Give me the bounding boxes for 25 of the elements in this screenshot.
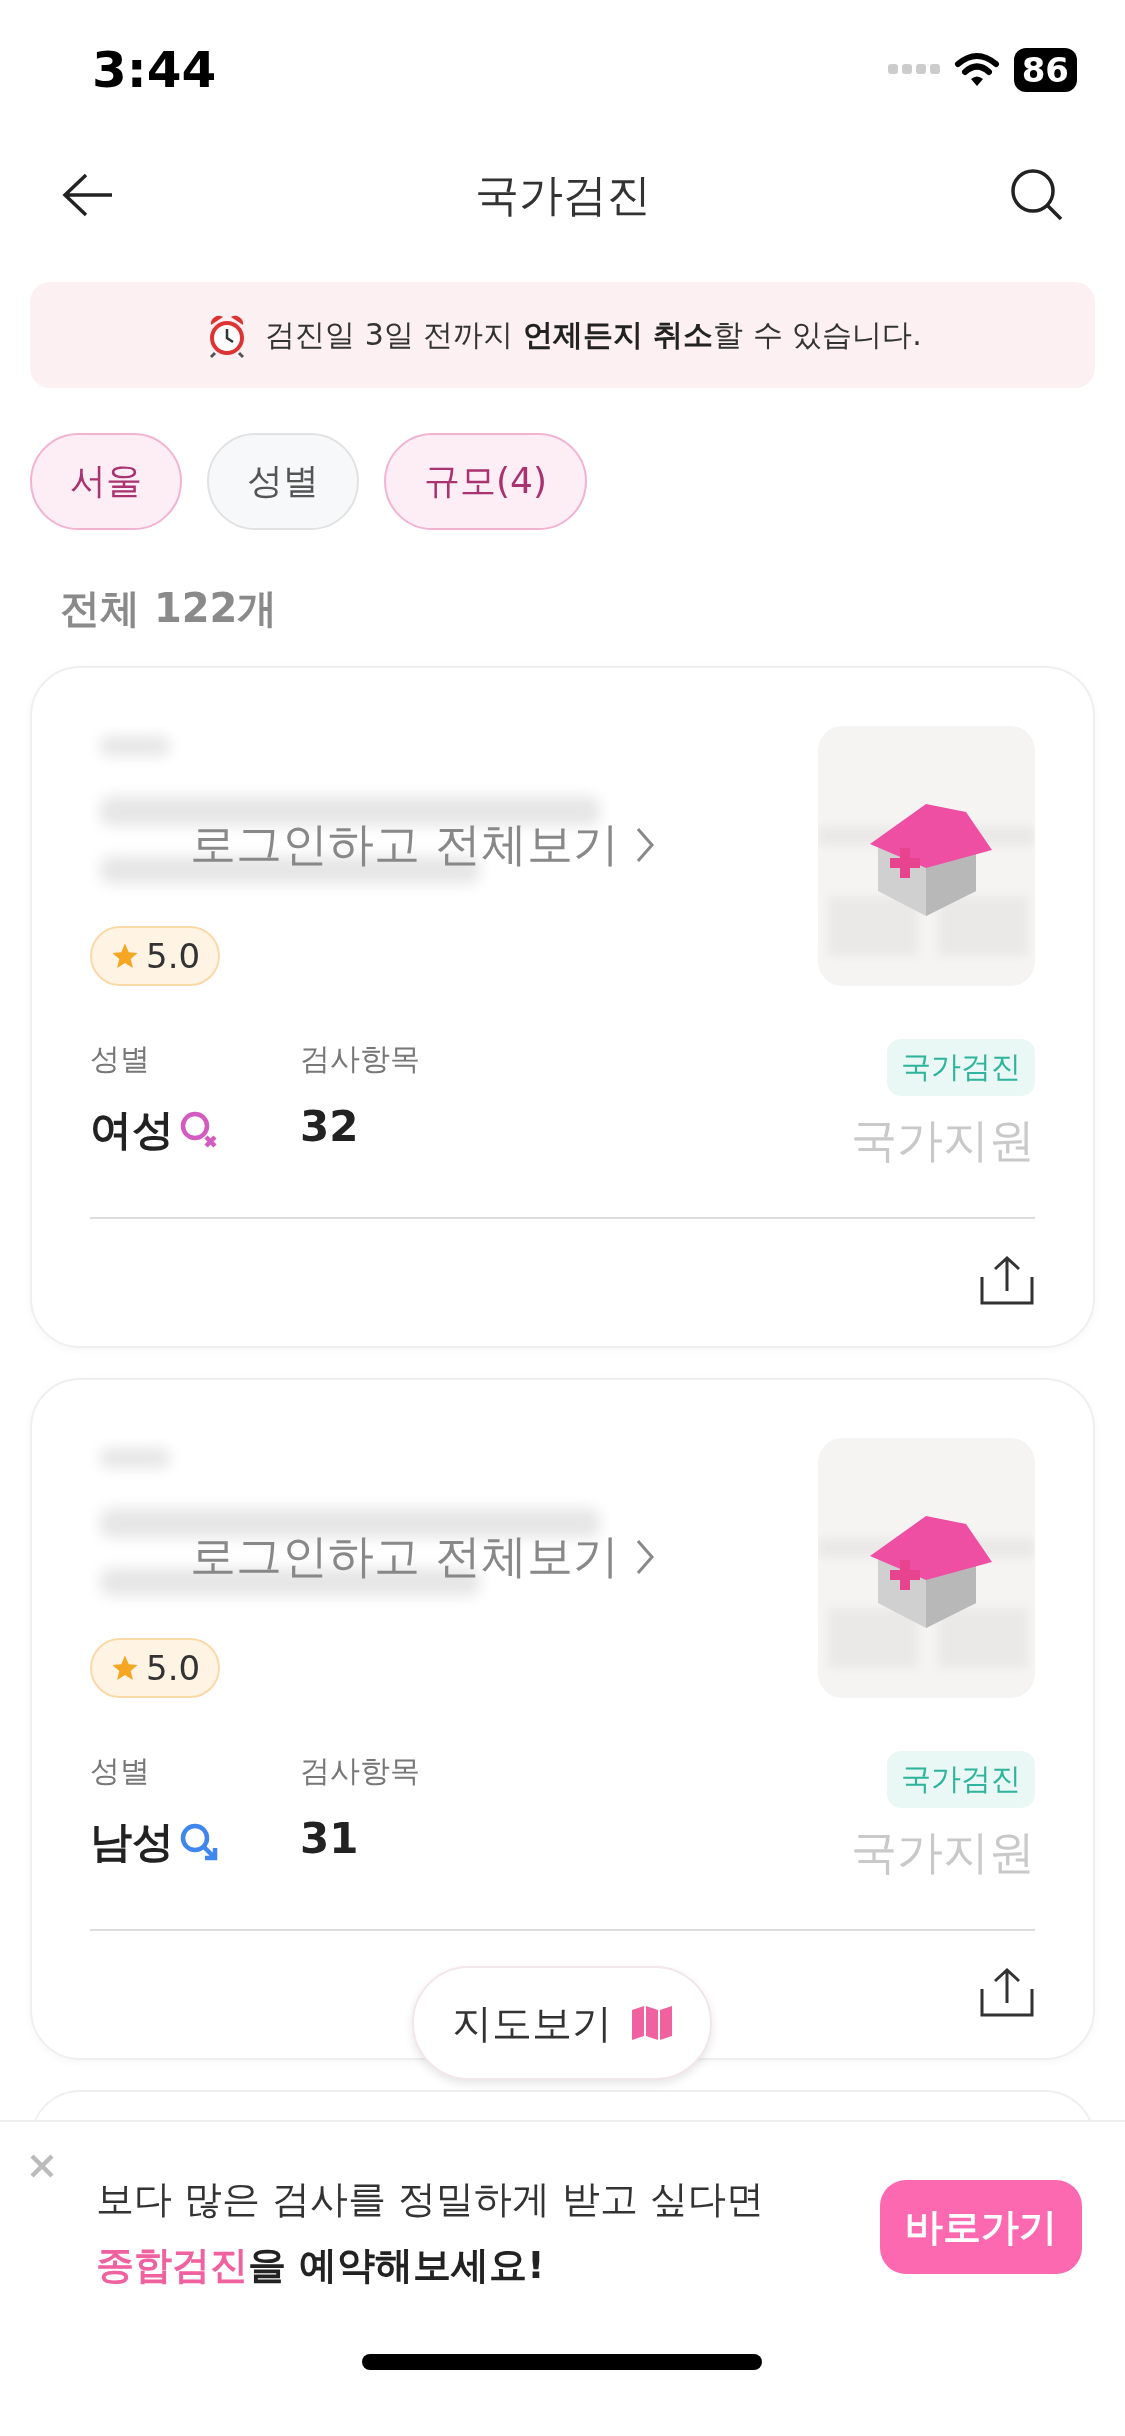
field-label: 검사항목 <box>300 1040 420 1078</box>
item-count: 31 <box>300 1814 359 1863</box>
gender-value: 여성 <box>90 1104 174 1156</box>
rating-value: 5.0 <box>146 1648 201 1688</box>
battery-level: 86 <box>1013 48 1077 92</box>
category-tag: 국가검진 <box>887 1039 1035 1096</box>
field-label: 성별 <box>90 1752 151 1790</box>
map-view-button[interactable]: 지도보기 <box>412 1966 712 2080</box>
promo-text: 종합검진을 예약해보세요! <box>96 2242 545 2289</box>
field-label: 성별 <box>90 1040 151 1078</box>
result-count: 전체 122개 <box>60 585 278 631</box>
login-link[interactable]: 로그인하고 전체보기 <box>190 1526 655 1588</box>
field-label: 검사항목 <box>300 1752 420 1790</box>
gender-value: 남성 <box>90 1816 174 1868</box>
status-time: 3:44 <box>92 40 217 99</box>
cancel-notice: 검진일 3일 전까지 언제든지 취소할 수 있습니다. <box>265 315 922 354</box>
item-count: 32 <box>300 1102 359 1151</box>
promo-text: 보다 많은 검사를 정밀하게 받고 싶다면 <box>96 2176 765 2223</box>
rating-value: 5.0 <box>146 936 201 976</box>
page-title: 국가검진 <box>474 167 651 222</box>
filter-chip[interactable]: 규모(4) <box>384 433 587 530</box>
category-tag: 국가검진 <box>887 1751 1035 1808</box>
filter-chip[interactable]: 성별 <box>207 433 359 530</box>
filter-chip[interactable]: 서울 <box>30 433 182 530</box>
login-link[interactable]: 로그인하고 전체보기 <box>190 814 655 876</box>
